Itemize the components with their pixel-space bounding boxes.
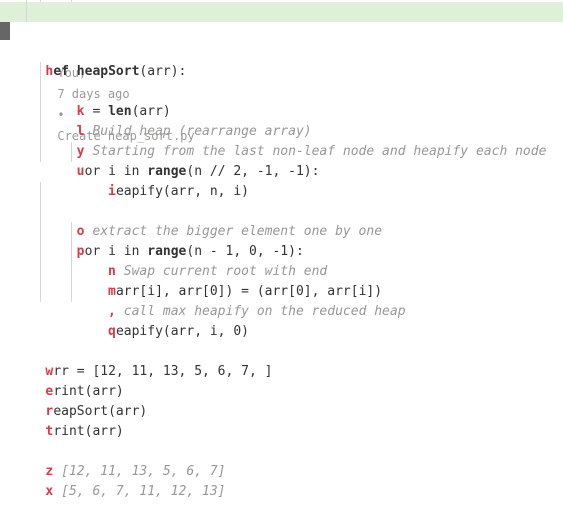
code-line: x [5, 6, 7, 11, 12, 13] [14, 462, 563, 482]
code-line: por i in range(n - 1, 0, -1): [14, 202, 563, 222]
jump-hint: , [108, 302, 116, 322]
code-line: trint(arr) [14, 402, 563, 422]
code-line: z [12, 11, 13, 5, 6, 7] [14, 442, 563, 462]
code-line: wrr = [12, 11, 13, 5, 6, 7, ] [14, 342, 563, 362]
code-line: reapSort(arr) [14, 382, 563, 402]
code-line: n Swap current root with end [14, 222, 563, 242]
code-line: o extract the bigger element one by one [14, 182, 563, 202]
code-line: marr[i], arr[0]) = (arr[0], arr[i]) [14, 242, 563, 262]
code-text: (n // 2, -1, -1): [186, 164, 319, 179]
indent [45, 164, 76, 179]
code-editor[interactable]: eapify(arr, n, largest) You, 7 days ago … [0, 0, 563, 502]
code-line: hef heapSort(arr): [14, 42, 563, 62]
code-line: y Starting from the last non-leaf node a… [14, 102, 563, 122]
gutter [0, 0, 10, 502]
code-line: erint(arr) [14, 362, 563, 382]
code-line: k = len(arr) [14, 62, 563, 82]
comment: [5, 6, 7, 11, 12, 13] [53, 484, 225, 499]
comment: call max heapify on the reduced heap [116, 304, 406, 319]
code-line: l Build heap (rearrange array) [14, 82, 563, 102]
jump-hint: u [77, 162, 85, 182]
code-line: uor i in range(n // 2, -1, -1): [14, 122, 563, 142]
code-line: , call max heapify on the reduced heap [14, 262, 563, 282]
code-text: eapify(arr, i, 0) [116, 324, 249, 339]
blank-line [14, 22, 563, 42]
gutter-marker [0, 20, 10, 40]
indent [45, 304, 108, 319]
jump-hint: q [108, 322, 116, 342]
code-line: ieapify(arr, n, i) [14, 142, 563, 162]
builtin: range [147, 164, 186, 179]
indent [45, 324, 108, 339]
code-text: rint(arr) [53, 424, 123, 439]
code-line: qeapify(arr, i, 0) [14, 282, 563, 302]
code-text: or i in [85, 164, 148, 179]
codelens-line[interactable]: You, 7 days ago • Create heap_sort.py [0, 2, 563, 22]
